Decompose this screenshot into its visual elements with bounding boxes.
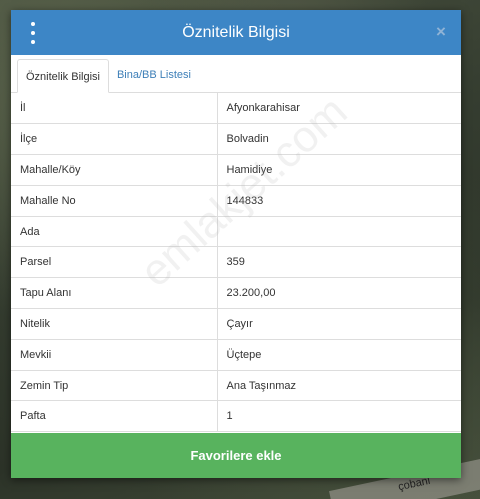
attribute-value: Üçtepe [217, 339, 461, 371]
attribute-key: Zemin Tip [11, 370, 218, 402]
table-row: Pafta 1 [11, 400, 461, 433]
attribute-value: Ana Taşınmaz [217, 370, 461, 402]
attribute-value: Bolvadin [217, 123, 461, 156]
attribute-value: 1 [217, 400, 461, 433]
attribute-key: Nitelik [11, 308, 218, 340]
attribute-value: 144833 [217, 185, 461, 217]
close-icon[interactable]: × [433, 22, 449, 42]
dialog-header: Öznitelik Bilgisi × [11, 10, 461, 55]
attribute-value: 23.200,00 [217, 277, 461, 310]
table-row: Nitelik Çayır [11, 308, 461, 340]
attribute-value [217, 216, 461, 248]
table-row: Ada [11, 216, 461, 248]
table-row: Zemin Tip Ana Taşınmaz [11, 370, 461, 402]
table-row: Parsel 359 [11, 246, 461, 279]
table-row: İlçe Bolvadin [11, 123, 461, 156]
table-row: Mahalle No 144833 [11, 185, 461, 217]
table-row: Mahalle/Köy Hamidiye [11, 154, 461, 186]
attribute-key: Pafta [11, 400, 218, 433]
table-row: Tapu Alanı 23.200,00 [11, 277, 461, 310]
attribute-key: İlçe [11, 123, 218, 156]
attribute-value: Hamidiye [217, 154, 461, 186]
attribute-key: Mahalle/Köy [11, 154, 218, 186]
tab-attribute-info[interactable]: Öznitelik Bilgisi [17, 59, 109, 93]
tab-bar: Öznitelik Bilgisi Bina/BB Listesi [11, 55, 461, 93]
tab-building-list[interactable]: Bina/BB Listesi [109, 58, 199, 92]
attribute-key: Mahalle No [11, 185, 218, 217]
attribute-value: 359 [217, 246, 461, 279]
attribute-key: Mevkii [11, 339, 218, 371]
vertical-dots-icon[interactable] [25, 22, 41, 44]
table-row: İl Afyonkarahisar [11, 93, 461, 125]
attribute-dialog: Öznitelik Bilgisi × Öznitelik Bilgisi Bi… [11, 10, 461, 478]
table-row: Mevkii Üçtepe [11, 339, 461, 371]
attribute-key: Parsel [11, 246, 218, 279]
add-to-favorites-button[interactable]: Favorilere ekle [11, 433, 461, 478]
attribute-key: Tapu Alanı [11, 277, 218, 310]
attribute-value: Çayır [217, 308, 461, 340]
attribute-key: İl [11, 93, 218, 125]
dialog-title: Öznitelik Bilgisi [182, 23, 290, 41]
attribute-key: Ada [11, 216, 218, 248]
attribute-value: Afyonkarahisar [217, 93, 461, 125]
attribute-table: İl Afyonkarahisar İlçe Bolvadin Mahalle/Köy H… [11, 93, 461, 433]
